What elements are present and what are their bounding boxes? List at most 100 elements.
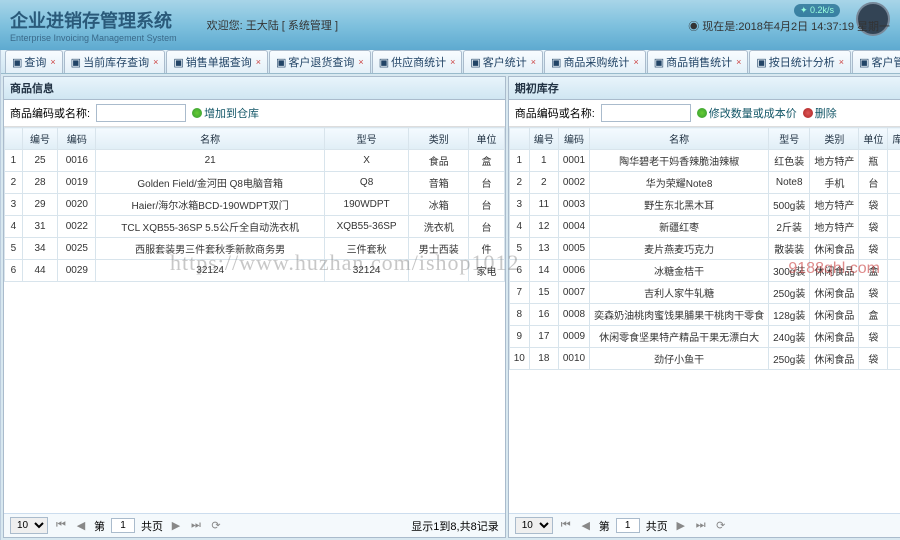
prev-page-icon[interactable]: ◀ [579,519,593,533]
table-row[interactable]: 110001陶华碧老干妈香辣脆油辣椒红色装地方特产瓶171¥6.34¥1084.… [509,150,900,172]
first-page-icon[interactable]: ⏮ [54,519,68,533]
column-header[interactable] [5,128,23,150]
table-row[interactable]: 7150007吉利人家牛轧糖250g装休闲食品袋100¥1000 [509,282,900,304]
app-title: 企业进销存管理系统 [10,11,172,31]
table-row[interactable]: 4120004新疆红枣2斤装地方特产袋315¥4095.00 [509,216,900,238]
table-row[interactable]: 220002华为荣耀Note8Note8手机台140¥1955.68¥27379… [509,172,900,194]
first-page-icon[interactable]: ⏮ [559,519,573,533]
table-cell: 31 [22,216,57,238]
table-cell [409,260,469,282]
column-header[interactable]: 名称 [590,128,769,150]
table-cell: 500g装 [769,194,810,216]
close-icon[interactable]: × [736,57,741,67]
table-row[interactable]: 9170009休闲零食坚果特产精品干果无漂白大240g装休闲食品袋371¥20¥… [509,326,900,348]
close-icon[interactable]: × [633,57,638,67]
table-cell: 休闲食品 [810,304,859,326]
page-input[interactable] [111,518,135,533]
tab-label: 销售单据查询 [186,54,252,70]
tab[interactable]: ▣客户统计× [463,50,543,73]
tab-label: 按日统计分析 [769,54,835,70]
table-cell: 0010 [558,348,589,370]
page-size-select[interactable]: 10 [515,517,553,534]
close-icon[interactable]: × [50,57,55,67]
page-input[interactable] [616,518,640,533]
table-row[interactable]: 4310022TCL XQB55-36SP 5.5公斤全自动洗衣机XQB55-3… [5,216,505,238]
last-page-icon[interactable]: ⏭ [694,519,708,533]
table-cell: 128g装 [769,304,810,326]
table-row[interactable]: 5130005麦片燕麦巧克力散装装休闲食品袋53¥8¥424.00 [509,238,900,260]
table-cell: 袋 [859,216,888,238]
table-cell: 台 [859,172,888,194]
column-header[interactable]: 类别 [810,128,859,150]
table-row[interactable]: 6140006冰糖金桔干300g装休闲食品盒¥4.95¥84.15 [509,260,900,282]
close-icon[interactable]: × [358,57,363,67]
tab[interactable]: ▣商品采购统计× [544,50,646,73]
tab[interactable]: ▣当前库存查询× [64,50,166,73]
last-page-icon[interactable]: ⏭ [189,519,203,533]
table-row[interactable]: 64400293212432124家电 [5,260,505,282]
page-size-select[interactable]: 10 [10,517,48,534]
column-header[interactable]: 名称 [96,128,324,150]
column-header[interactable]: 编码 [558,128,589,150]
tab[interactable]: ▣按日统计分析× [749,50,851,73]
column-header[interactable]: 编号 [529,128,558,150]
column-header[interactable]: 型号 [324,128,408,150]
tab-label: 当前库存查询 [83,54,149,70]
table-cell: 44 [22,260,57,282]
tab-icon: ▣ [379,56,389,69]
table-cell: 3 [5,194,23,216]
table-row[interactable]: 3110003野生东北黑木耳500g装地方特产袋2735¥23¥62905.00 [509,194,900,216]
table-row[interactable]: 125001621X食品盒 [5,150,505,172]
tab-label: 商品采购统计 [563,54,629,70]
next-page-icon[interactable]: ▶ [674,519,688,533]
column-header[interactable]: 编码 [58,128,96,150]
tab[interactable]: ▣客户管理× [852,50,900,73]
close-icon[interactable]: × [839,57,844,67]
column-header[interactable]: 单位 [469,128,505,150]
column-header[interactable]: 单位 [859,128,888,150]
column-header[interactable]: 编号 [22,128,57,150]
column-header[interactable]: 型号 [769,128,810,150]
refresh-icon[interactable]: ⟳ [714,519,728,533]
table-cell: 2斤装 [769,216,810,238]
prev-page-icon[interactable]: ◀ [74,519,88,533]
table-row[interactable]: 10180010劲仔小鱼干250g装休闲食品袋9¥12¥108.00 [509,348,900,370]
table-cell: 0001 [558,150,589,172]
close-icon[interactable]: × [531,57,536,67]
tab[interactable]: ▣供应商统计× [372,50,463,73]
tab-label: 商品销售统计 [666,54,732,70]
table-cell: 三件套秋 [324,238,408,260]
search-input-left[interactable] [96,104,186,122]
close-icon[interactable]: × [153,57,158,67]
table-cell: 0008 [558,304,589,326]
panel-title: 商品信息 [4,77,505,100]
next-page-icon[interactable]: ▶ [169,519,183,533]
delete-button[interactable]: 删除 [803,105,837,121]
close-icon[interactable]: × [450,57,455,67]
table-row[interactable]: 5340025西服套装男三件套秋季新款商务男三件套秋男士西装件 [5,238,505,260]
add-to-warehouse-button[interactable]: 增加到仓库 [192,105,259,121]
column-header[interactable]: 类别 [409,128,469,150]
tab[interactable]: ▣客户退货查询× [269,50,371,73]
table-row[interactable]: 8160008奕森奶油桃肉蜜饯果脯果干桃肉干零食128g装休闲食品盒19:¥5.… [509,304,900,326]
column-header[interactable] [509,128,529,150]
tab-icon: ▣ [654,56,664,69]
table-cell: Note8 [769,172,810,194]
refresh-icon[interactable]: ⟳ [209,519,223,533]
table-cell: 新疆红枣 [590,216,769,238]
close-icon[interactable]: × [256,57,261,67]
table-cell: 12 [529,216,558,238]
tab[interactable]: ▣销售单据查询× [166,50,268,73]
table-cell: 14 [529,260,558,282]
table-cell: 3 [509,194,529,216]
search-input-right[interactable] [601,104,691,122]
table-cell: 0009 [558,326,589,348]
tab[interactable]: ▣商品销售统计 × [647,50,749,73]
table-cell: 7 [509,282,529,304]
modify-button[interactable]: 修改数量或成本价 [697,105,797,121]
table-cell: 件 [469,238,505,260]
tab[interactable]: ▣查询× [5,50,63,73]
table-row[interactable]: 2280019Golden Field/金河田 Q8电脑音箱Q8音箱台 [5,172,505,194]
table-row[interactable]: 3290020Haier/海尔冰箱BCD-190WDPT双门190WDPT冰箱台 [5,194,505,216]
column-header[interactable]: 库存数量 [888,128,900,150]
